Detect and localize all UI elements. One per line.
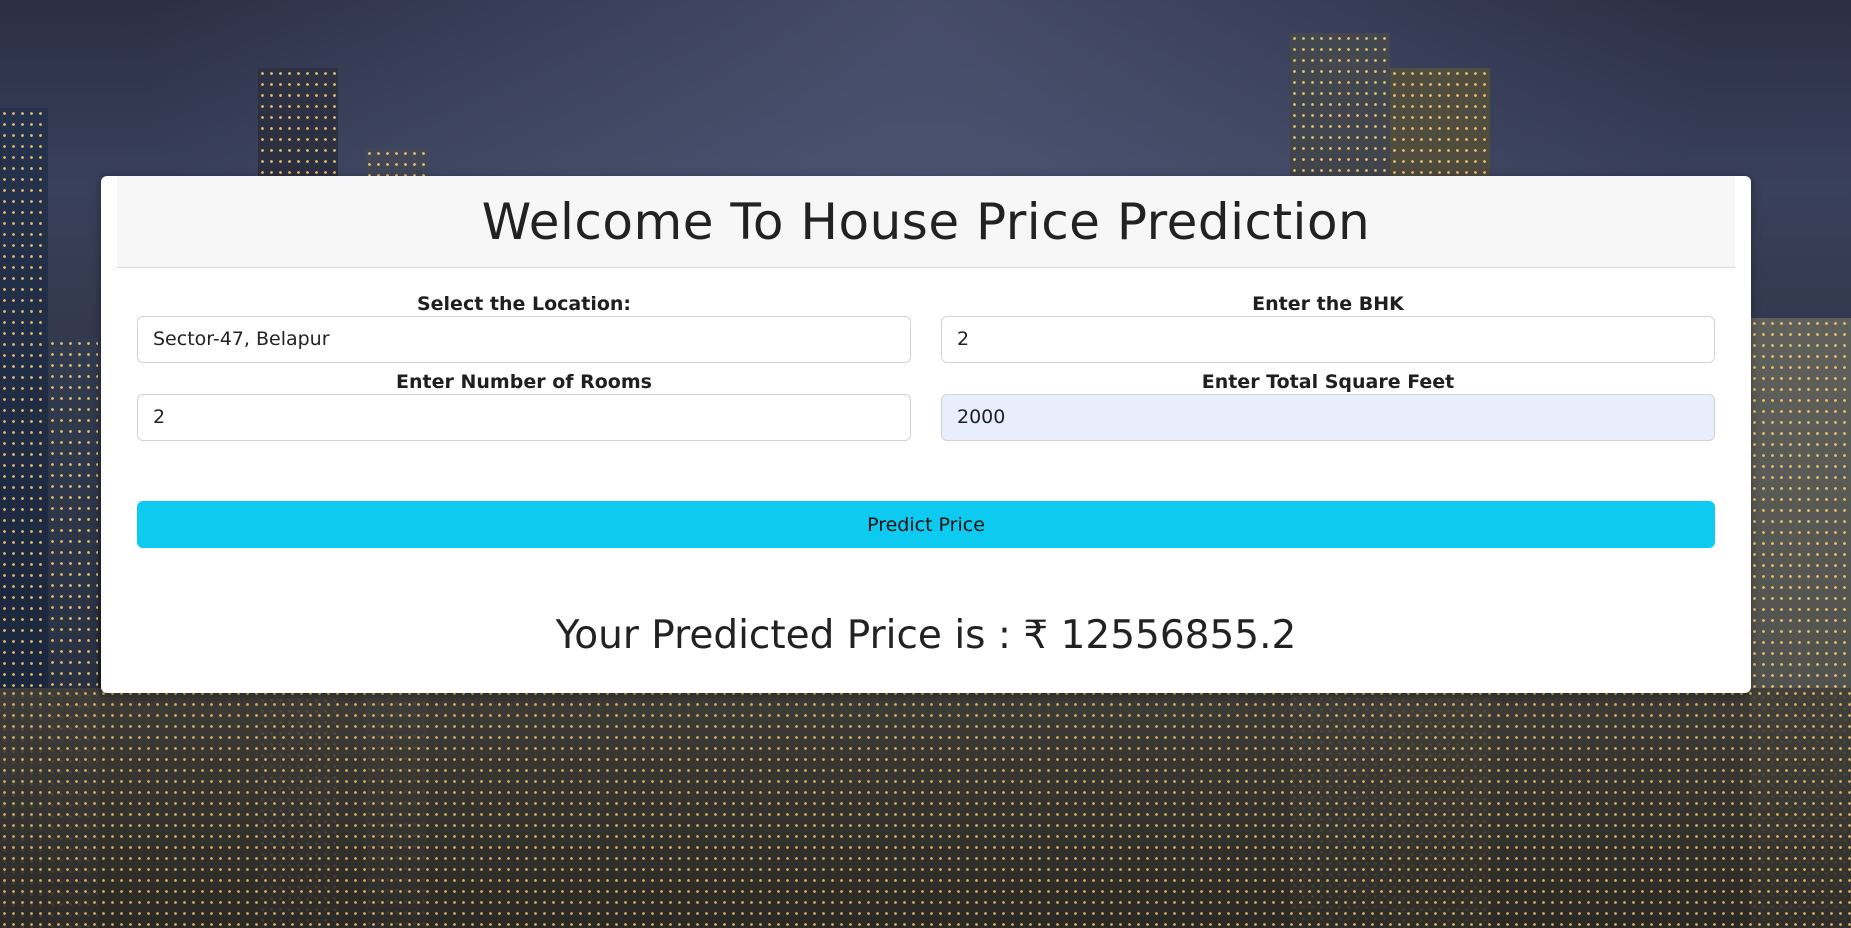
location-field: Select the Location: Sector-47, Belapur bbox=[137, 292, 911, 363]
rooms-label: Enter Number of Rooms bbox=[396, 371, 652, 393]
rooms-field: Enter Number of Rooms 2 bbox=[137, 370, 911, 441]
sqft-input[interactable]: 2000 bbox=[941, 394, 1715, 441]
bhk-label: Enter the BHK bbox=[1252, 293, 1404, 315]
bhk-input[interactable]: 2 bbox=[941, 316, 1715, 363]
prediction-card: Welcome To House Price Prediction Select… bbox=[101, 176, 1751, 693]
bhk-field: Enter the BHK 2 bbox=[941, 292, 1715, 363]
page-title: Welcome To House Price Prediction bbox=[481, 192, 1371, 251]
card-header: Welcome To House Price Prediction bbox=[117, 176, 1735, 268]
building-shape bbox=[0, 688, 1851, 928]
location-select[interactable]: Sector-47, Belapur bbox=[137, 316, 911, 363]
predict-price-button[interactable]: Predict Price bbox=[137, 501, 1715, 548]
sqft-label: Enter Total Square Feet bbox=[1201, 371, 1455, 393]
predicted-price-result: Your Predicted Price is : ₹ 12556855.2 bbox=[555, 613, 1297, 658]
rooms-input[interactable]: 2 bbox=[137, 394, 911, 441]
location-label: Select the Location: bbox=[416, 293, 632, 315]
sqft-field: Enter Total Square Feet 2000 bbox=[941, 370, 1715, 441]
